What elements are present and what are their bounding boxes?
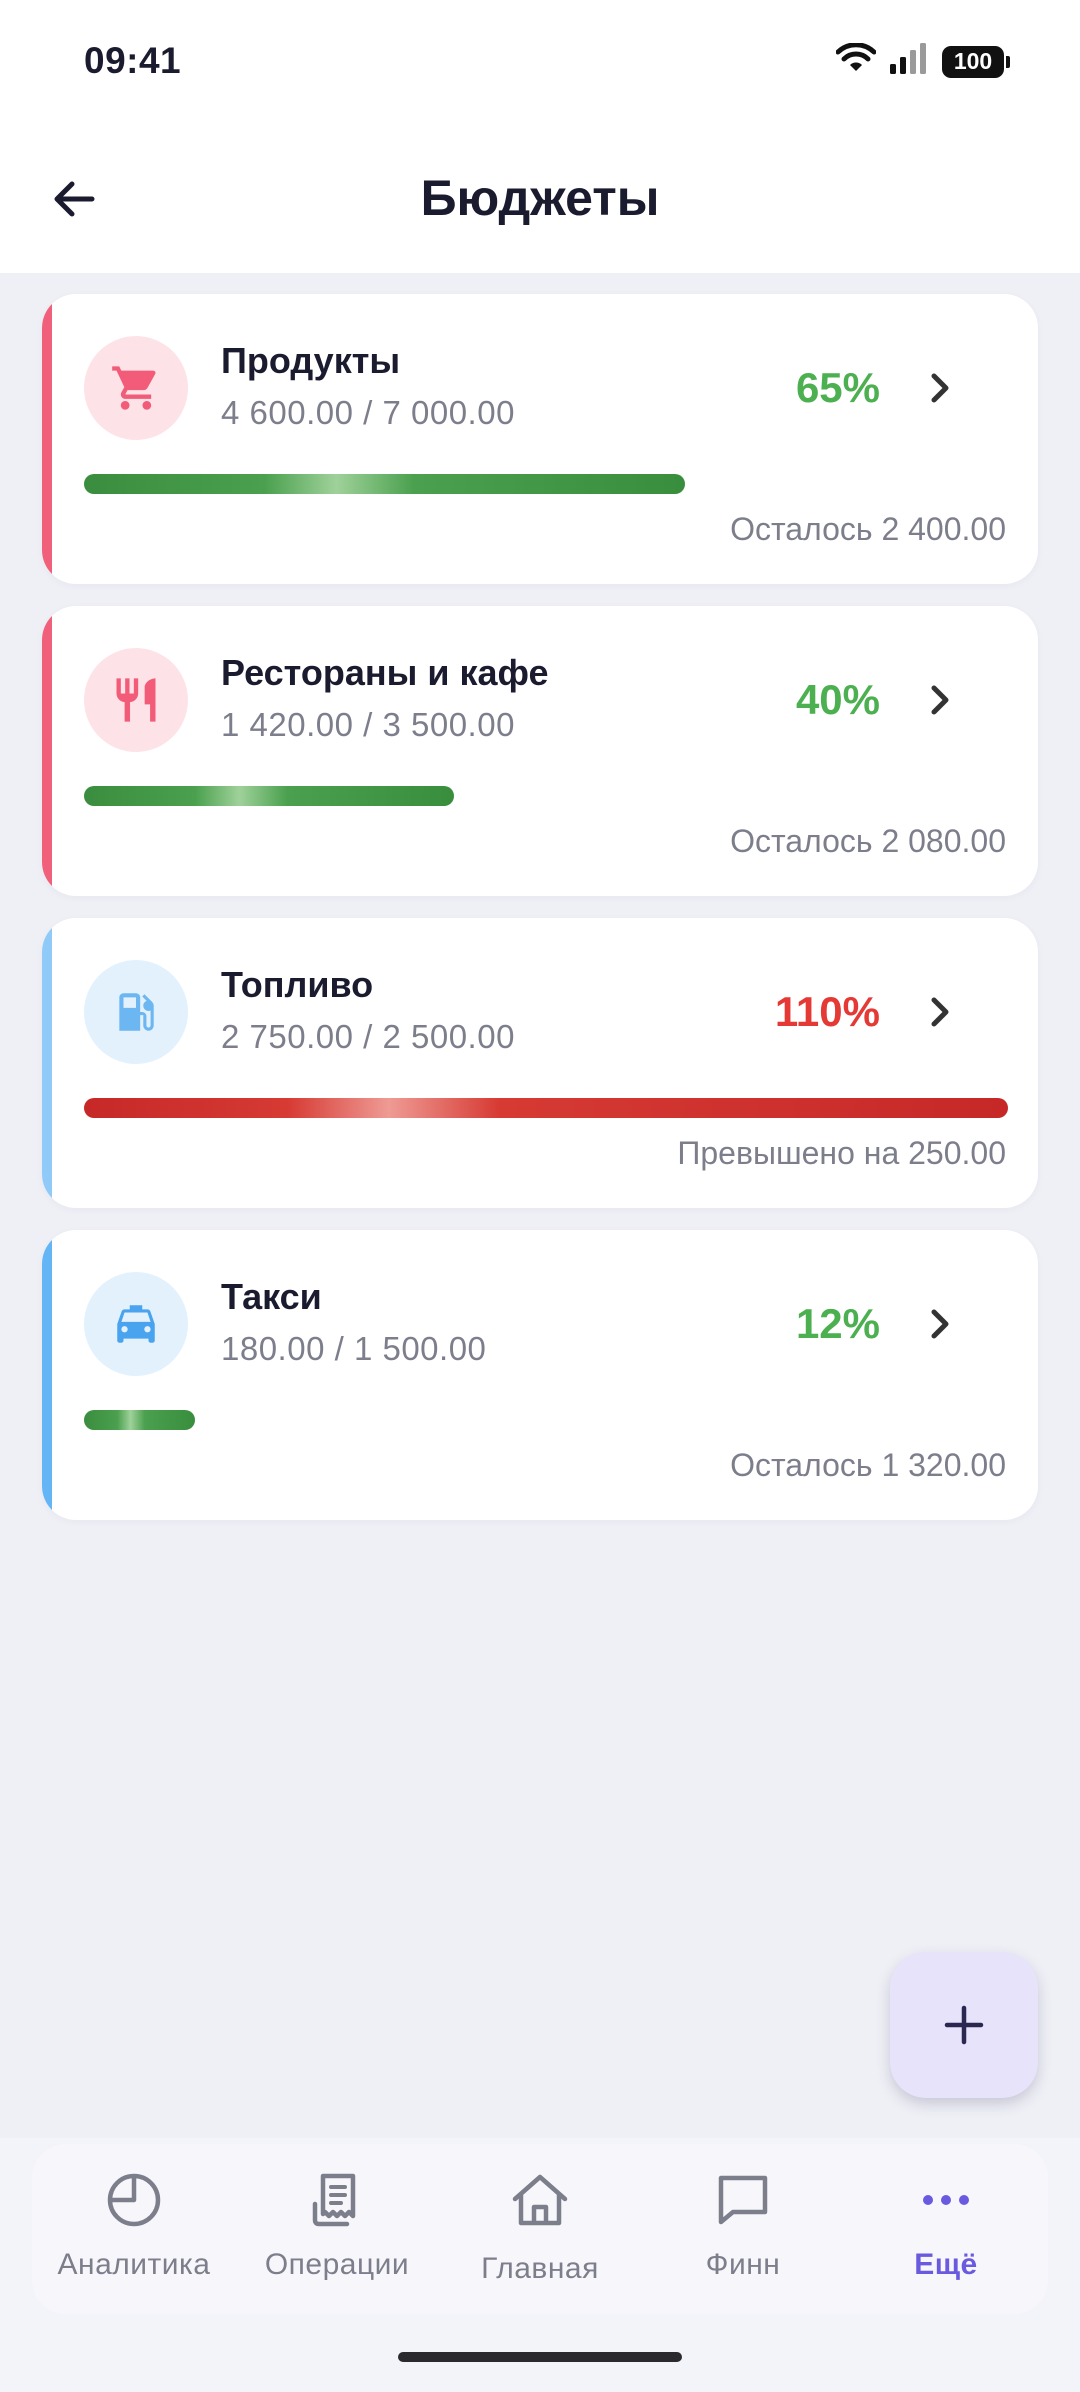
plus-icon bbox=[944, 2005, 984, 2045]
card-accent-stripe bbox=[42, 918, 52, 1208]
budget-progress-bar bbox=[84, 474, 685, 494]
cart-icon bbox=[112, 366, 156, 410]
status-bar: 09:41 100 bbox=[0, 0, 1080, 125]
budget-name: Рестораны и кафе bbox=[221, 652, 549, 693]
chevron-right-icon bbox=[931, 997, 949, 1027]
home-icon bbox=[508, 2168, 572, 2232]
signal-icon bbox=[888, 42, 930, 81]
status-icons: 100 bbox=[835, 42, 1010, 81]
card-accent-stripe bbox=[42, 606, 52, 896]
budget-amounts: 1 420.00 / 3 500.00 bbox=[221, 706, 515, 743]
taxi-icon bbox=[117, 1305, 155, 1343]
budget-amounts: 180.00 / 1 500.00 bbox=[221, 1330, 487, 1367]
fork-knife-icon bbox=[116, 678, 156, 722]
budget-amounts: 2 750.00 / 2 500.00 bbox=[221, 1018, 515, 1055]
app-header: Бюджеты bbox=[0, 125, 1080, 273]
chat-icon bbox=[711, 2168, 775, 2232]
category-icon-circle bbox=[84, 1272, 188, 1376]
budget-card-groceries[interactable]: Продукты 4 600.00 / 7 000.00 65% Осталос… bbox=[42, 294, 1038, 584]
budget-card-restaurants[interactable]: Рестораны и кафе 1 420.00 / 3 500.00 40%… bbox=[42, 606, 1038, 896]
budget-progress-bar bbox=[84, 1410, 195, 1430]
receipt-icon bbox=[305, 2168, 369, 2232]
tab-analytics[interactable]: Аналитика bbox=[34, 2168, 234, 2298]
tab-finn[interactable]: Финн bbox=[643, 2168, 843, 2298]
budget-card-taxi[interactable]: Такси 180.00 / 1 500.00 12% Осталось 1 3… bbox=[42, 1230, 1038, 1520]
budget-percent: 12% bbox=[795, 1300, 880, 1347]
budget-progress-bar bbox=[84, 786, 454, 806]
pie-chart-icon bbox=[102, 2168, 166, 2232]
budget-name: Топливо bbox=[221, 964, 374, 1005]
card-accent-stripe bbox=[42, 1230, 52, 1520]
bottom-tab-bar: Аналитика Операции Главная Финн Ещё bbox=[32, 2144, 1048, 2314]
budget-percent: 65% bbox=[795, 364, 880, 411]
budget-remaining: Осталось 2 400.00 bbox=[730, 511, 1006, 547]
budget-remaining: Осталось 2 080.00 bbox=[730, 823, 1006, 859]
card-accent-stripe bbox=[42, 294, 52, 584]
category-icon-circle bbox=[84, 648, 188, 752]
budget-name: Такси bbox=[221, 1276, 322, 1317]
tab-operations[interactable]: Операции bbox=[237, 2168, 437, 2298]
fuel-icon bbox=[119, 993, 154, 1031]
tab-label: Аналитика bbox=[57, 2248, 211, 2281]
category-icon-circle bbox=[84, 336, 188, 440]
more-dots-icon bbox=[914, 2168, 978, 2232]
tab-home[interactable]: Главная bbox=[440, 2168, 640, 2298]
budget-percent: 40% bbox=[795, 676, 880, 723]
budget-overspent: Превышено на 250.00 bbox=[677, 1135, 1006, 1171]
budget-percent: 110% bbox=[774, 988, 880, 1035]
budget-amounts: 4 600.00 / 7 000.00 bbox=[221, 394, 515, 431]
budget-card-fuel[interactable]: Топливо 2 750.00 / 2 500.00 110% Превыше… bbox=[42, 918, 1038, 1208]
tab-label: Финн bbox=[705, 2248, 781, 2281]
chevron-right-icon bbox=[931, 685, 949, 715]
tab-label: Операции bbox=[264, 2248, 410, 2281]
wifi-icon bbox=[835, 42, 877, 80]
category-icon-circle bbox=[84, 960, 188, 1064]
add-budget-button[interactable] bbox=[890, 1952, 1038, 2098]
budget-name: Продукты bbox=[221, 340, 401, 381]
tab-more[interactable]: Ещё bbox=[846, 2168, 1046, 2298]
page-title: Бюджеты bbox=[420, 170, 660, 226]
chevron-right-icon bbox=[931, 373, 949, 403]
budget-progress-bar bbox=[84, 1098, 1008, 1118]
battery-icon: 100 bbox=[942, 45, 1010, 78]
tab-label: Главная bbox=[481, 2252, 599, 2285]
chevron-right-icon bbox=[931, 1309, 949, 1339]
budget-remaining: Осталось 1 320.00 bbox=[730, 1447, 1006, 1483]
home-indicator bbox=[398, 2352, 682, 2362]
status-time: 09:41 bbox=[84, 40, 182, 81]
tab-label: Ещё bbox=[914, 2248, 978, 2281]
